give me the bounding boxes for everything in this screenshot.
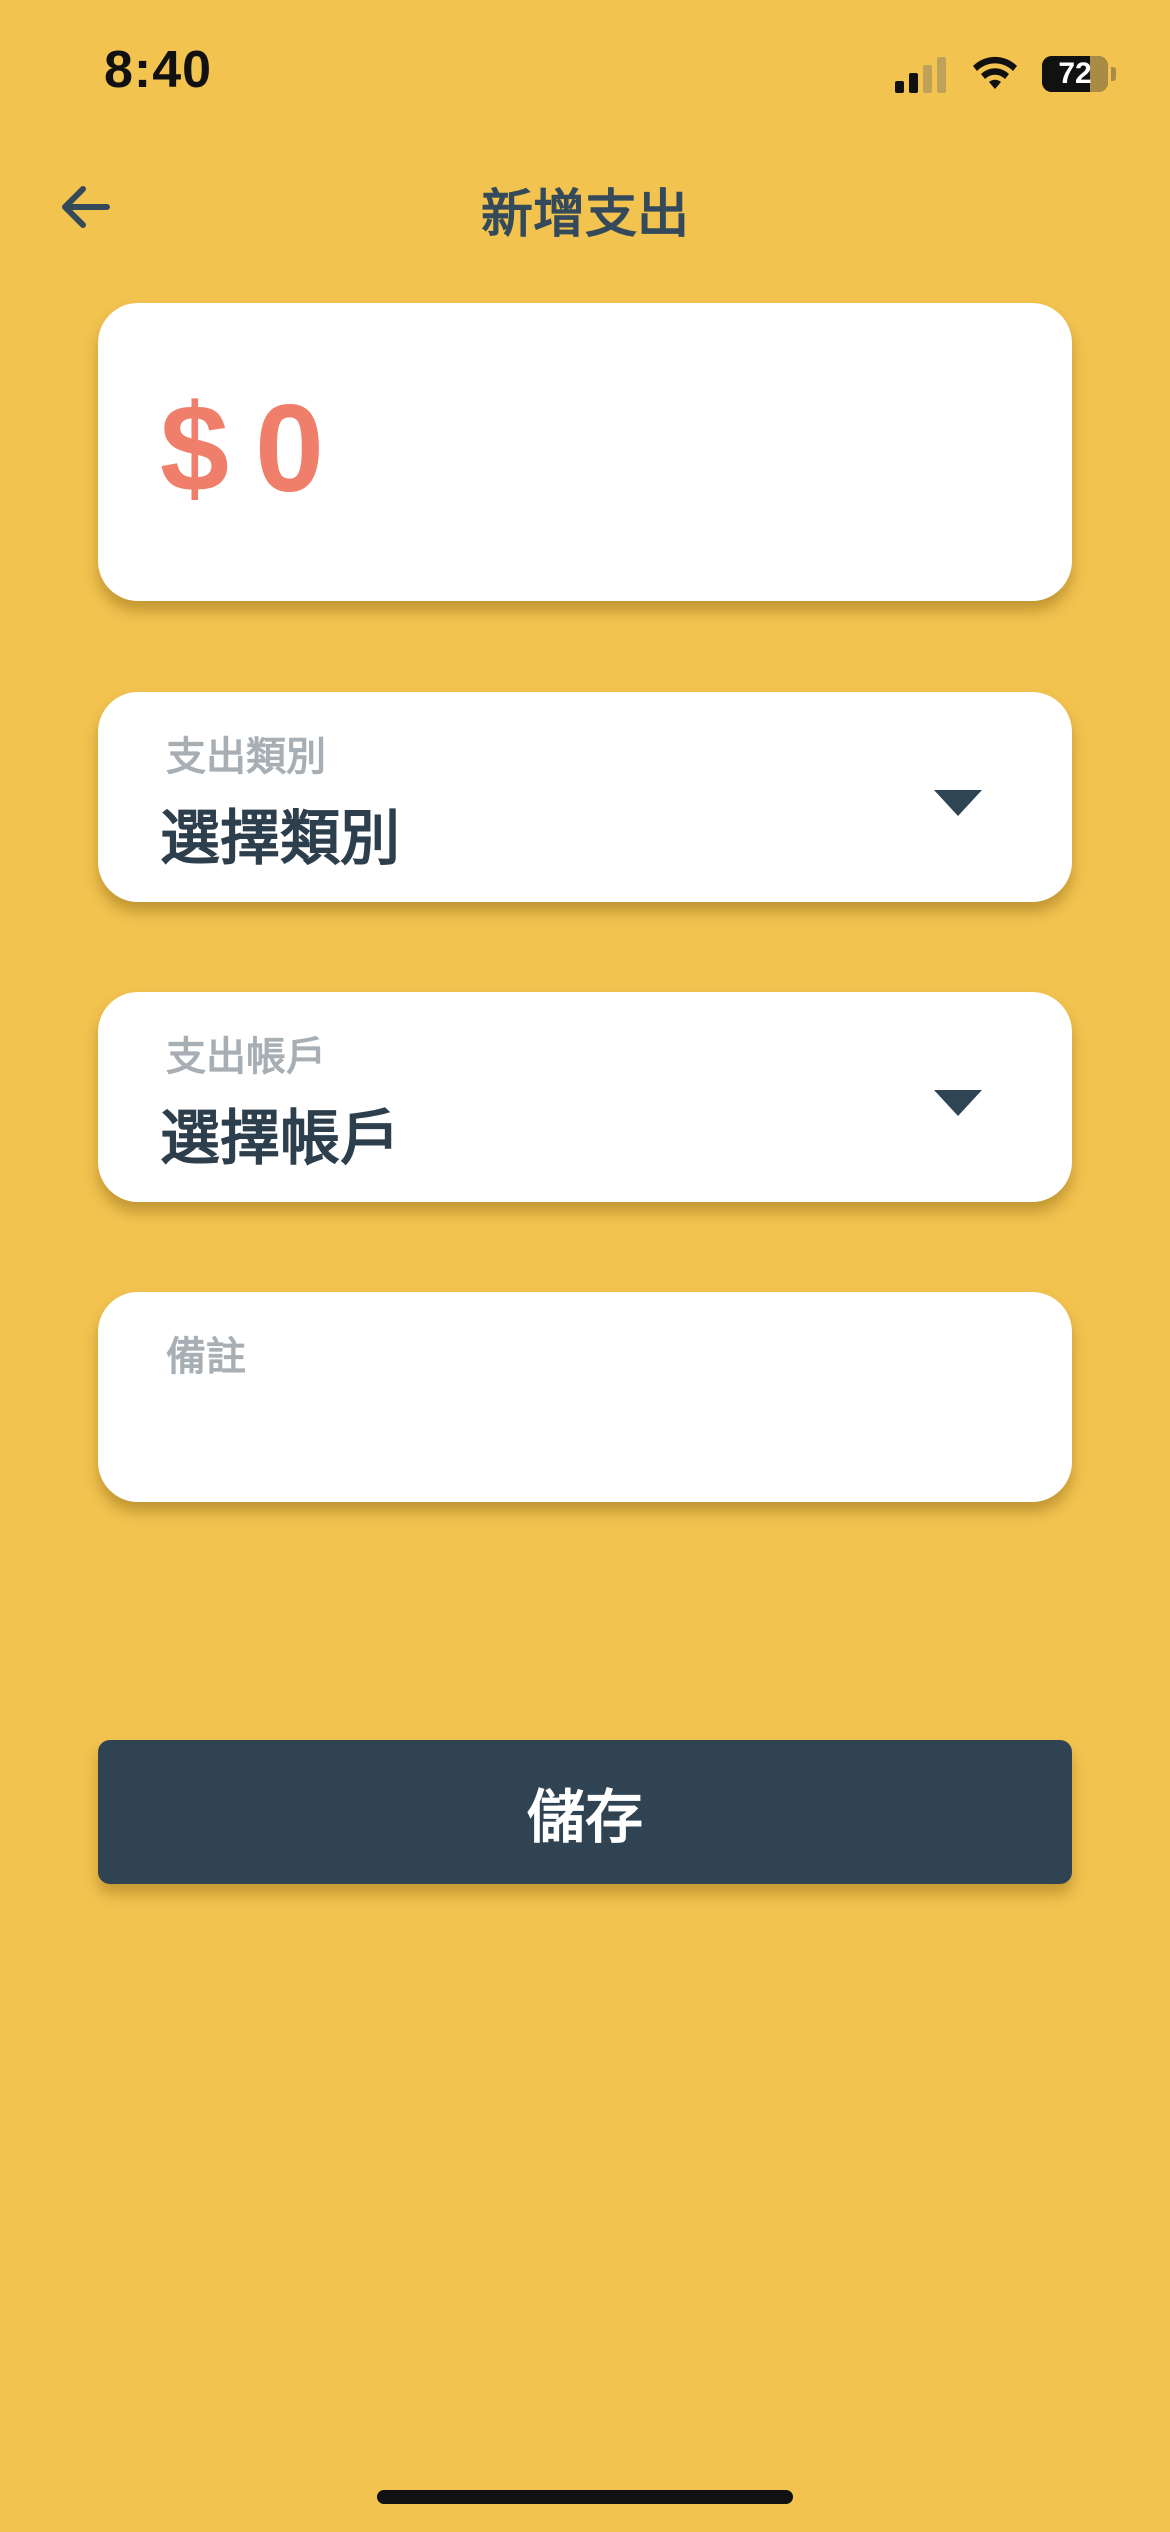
battery-percent: 72 bbox=[1058, 57, 1092, 90]
page-title: 新增支出 bbox=[480, 185, 689, 245]
home-indicator[interactable] bbox=[377, 2490, 793, 2504]
account-select[interactable]: 支出帳戶 選擇帳戶 bbox=[98, 992, 1072, 1202]
account-label: 支出帳戶 bbox=[166, 1034, 326, 1080]
amount-value: 0 bbox=[254, 380, 324, 518]
signal-icon bbox=[895, 55, 946, 93]
category-label: 支出類別 bbox=[166, 734, 326, 780]
currency-symbol: $ bbox=[160, 380, 229, 518]
save-button[interactable]: 儲存 bbox=[98, 1740, 1072, 1884]
wifi-icon bbox=[973, 56, 1017, 89]
status-time: 8:40 bbox=[104, 41, 213, 99]
caret-down-icon bbox=[934, 1090, 982, 1116]
account-value: 選擇帳戶 bbox=[160, 1104, 400, 1174]
battery-icon: 72 bbox=[1042, 56, 1108, 92]
note-label: 備註 bbox=[166, 1334, 246, 1380]
note-card[interactable]: 備註 bbox=[98, 1292, 1072, 1502]
category-value: 選擇類別 bbox=[160, 804, 400, 874]
category-select[interactable]: 支出類別 選擇類別 bbox=[98, 692, 1072, 902]
amount-display[interactable]: $0 bbox=[160, 387, 324, 511]
battery-cap bbox=[1111, 67, 1116, 81]
amount-card[interactable]: $0 bbox=[98, 303, 1072, 601]
status-icons: 72 bbox=[895, 52, 1116, 96]
caret-down-icon bbox=[934, 790, 982, 816]
note-input[interactable] bbox=[160, 1392, 1010, 1464]
